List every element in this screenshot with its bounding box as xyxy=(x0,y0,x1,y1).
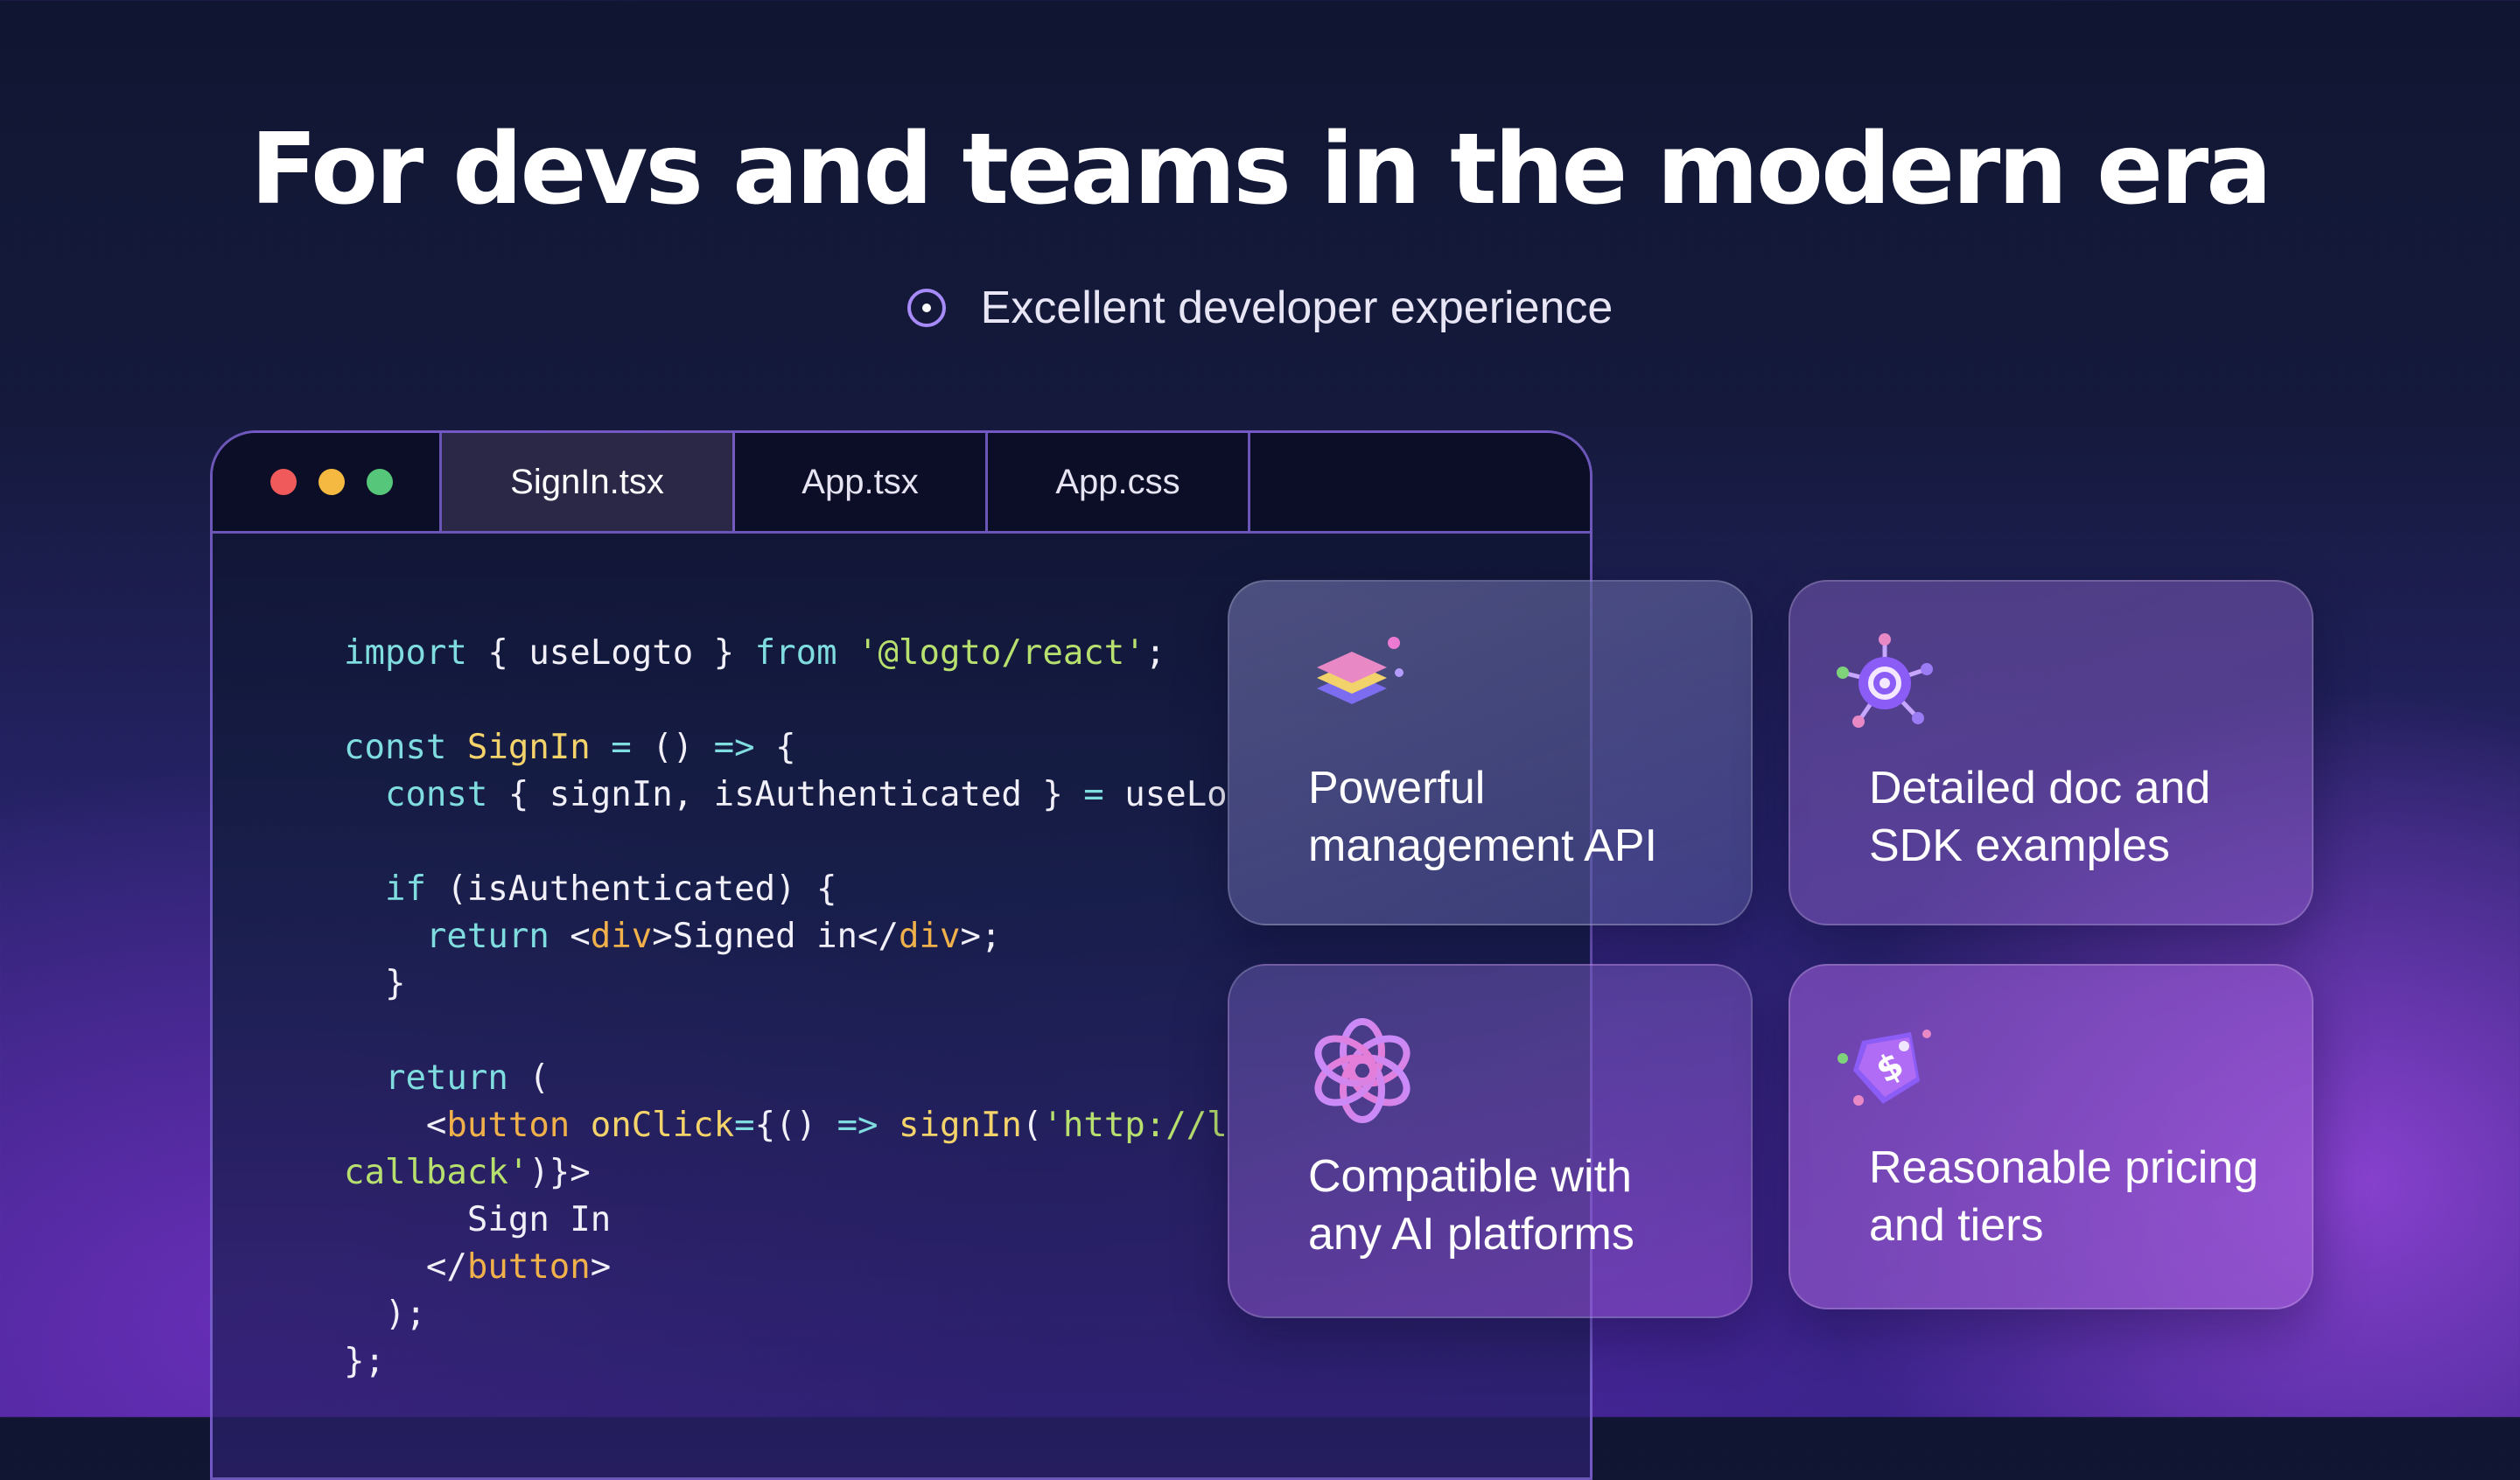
editor-titlebar: SignIn.tsx App.tsx App.css xyxy=(213,433,1590,534)
subheading: Excellent developer experience xyxy=(980,283,1614,333)
code-line: return <div>Signed in</div>; xyxy=(425,917,1002,956)
feature-card-doc-sdk[interactable]: Detailed doc and SDK examples xyxy=(1788,580,2314,925)
page-headline: For devs and teams in the modern era xyxy=(250,113,2272,227)
code-line: }; xyxy=(344,1342,385,1381)
code-line: callback')}> xyxy=(344,1153,591,1192)
code-line: <button onClick={() => signIn('http://l xyxy=(344,1106,1228,1145)
layers-stack-icon xyxy=(1317,637,1404,704)
tab-signin-tsx[interactable]: SignIn.tsx xyxy=(442,433,735,531)
feature-label: Powerful management API xyxy=(1308,763,1657,871)
code-line: ​ xyxy=(344,1008,1228,1055)
price-tag-icon: $ xyxy=(1838,1030,1931,1106)
feature-label: Reasonable pricing and tiers xyxy=(1869,1142,2259,1251)
feature-label: Compatible with any AI platforms xyxy=(1308,1151,1634,1260)
window-controls xyxy=(213,433,442,531)
code-line: if (isAuthenticated) { xyxy=(384,869,837,909)
code-line: ​ xyxy=(344,819,1228,866)
code-line: } xyxy=(344,964,406,1003)
radio-dot-icon xyxy=(906,289,946,327)
code-line: </button> xyxy=(344,1247,612,1287)
feature-card-pricing[interactable]: $ Reasonable pricing and tiers xyxy=(1788,964,2314,1309)
code-line: const SignIn = () => { xyxy=(344,728,796,767)
maximize-window-button[interactable] xyxy=(367,469,393,495)
minimize-window-button[interactable] xyxy=(318,469,345,495)
code-line: ); xyxy=(344,1295,426,1334)
code-line: import { useLogto } from '@logto/react'; xyxy=(344,633,1166,673)
subheading-row: Excellent developer experience xyxy=(0,282,2520,334)
tab-app-tsx[interactable]: App.tsx xyxy=(735,433,988,531)
feature-card-management-api[interactable]: Powerful management API xyxy=(1228,580,1753,925)
gear-network-icon xyxy=(1837,633,1933,728)
openai-knot-icon xyxy=(1314,1018,1410,1123)
code-line: return ( xyxy=(384,1058,550,1098)
code-line: ​ xyxy=(344,677,1228,724)
code-line: const { signIn, isAuthenticated } = useL… xyxy=(384,775,1228,814)
code-content[interactable]: import { useLogto } from '@logto/react';… xyxy=(344,630,1228,1386)
feature-label: Detailed doc and SDK examples xyxy=(1869,763,2211,871)
close-window-button[interactable] xyxy=(270,469,297,495)
tab-app-css[interactable]: App.css xyxy=(988,433,1250,531)
feature-card-ai-platforms[interactable]: Compatible with any AI platforms xyxy=(1228,964,1753,1318)
code-line: Sign In xyxy=(344,1200,612,1239)
